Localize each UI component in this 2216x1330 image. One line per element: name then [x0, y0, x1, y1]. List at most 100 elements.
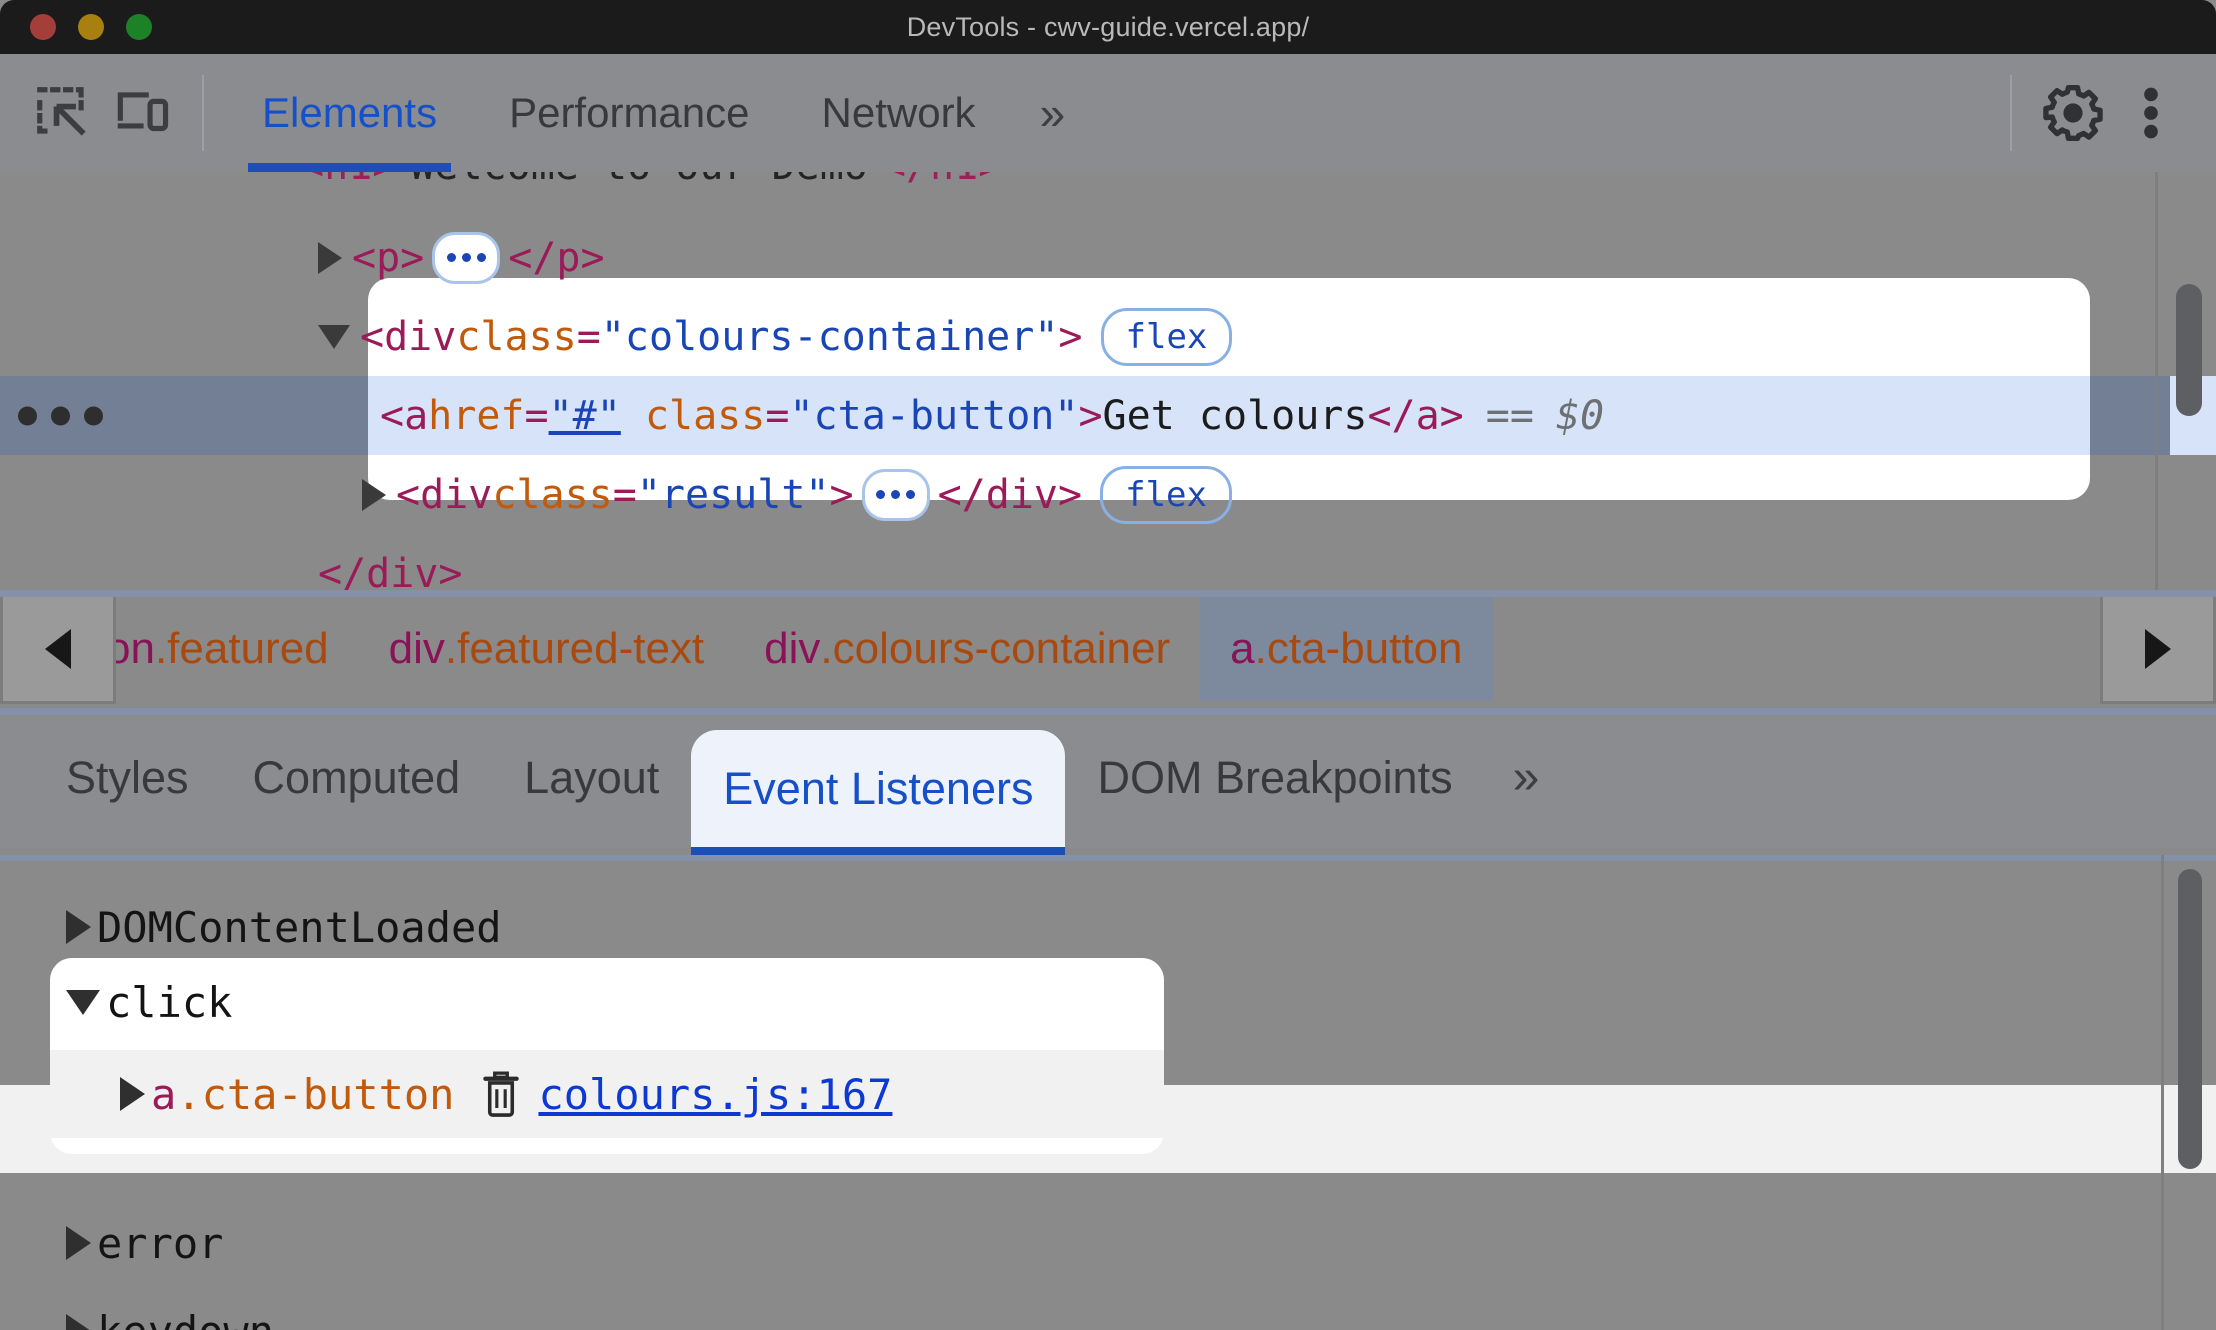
- breadcrumb-tag: div: [388, 624, 445, 673]
- devtools-main-toolbar: Elements Performance Network »: [0, 54, 2216, 172]
- toolbar-divider-right: [2010, 75, 2012, 151]
- tab-event-listeners[interactable]: Event Listeners: [691, 730, 1066, 858]
- breadcrumb-top-divider: [0, 590, 2216, 597]
- h1-close-tag: </h1>: [882, 172, 1002, 189]
- expand-triangle-icon[interactable]: [362, 478, 386, 511]
- expand-triangle-icon[interactable]: [66, 1226, 91, 1260]
- more-sidebar-tabs-icon[interactable]: »: [1485, 708, 1568, 848]
- a-href-name[interactable]: href: [428, 393, 524, 439]
- event-listener-error[interactable]: error: [0, 1199, 2216, 1287]
- dom-row-colours-container[interactable]: <div class = "colours-container" > flex: [0, 297, 2216, 376]
- collapse-triangle-icon[interactable]: [318, 324, 350, 349]
- breadcrumb-class: .colours-container: [820, 624, 1171, 673]
- breadcrumb-class: .cta-button: [1254, 624, 1463, 673]
- dom-scrollbar-thumb[interactable]: [2176, 284, 2202, 416]
- more-tabs-icon[interactable]: »: [1012, 90, 1094, 136]
- breadcrumb-item-featured-text[interactable]: div .featured-text: [359, 597, 735, 701]
- attr-equals: =: [612, 471, 637, 518]
- selected-dollar-zero: $0: [1555, 392, 1605, 439]
- event-name: keydown: [97, 1307, 274, 1330]
- tab-network[interactable]: Network: [786, 54, 1012, 172]
- toolbar-right-group: [1988, 74, 2216, 152]
- flex-badge[interactable]: flex: [1100, 307, 1233, 366]
- breadcrumb-class: .featured-text: [444, 624, 705, 673]
- listener-source-link[interactable]: colours.js:167: [538, 1070, 892, 1119]
- panel-tab-bar: Elements Performance Network »: [226, 54, 1093, 172]
- a-class-name[interactable]: class: [645, 393, 765, 439]
- div-open-tag-start: <div: [360, 313, 457, 360]
- spotlight-event-listener-click-detail[interactable]: a .cta-button colours.js:167: [50, 1050, 1164, 1138]
- breadcrumb-scroll-right-button[interactable]: [2100, 594, 2216, 704]
- inspect-element-icon[interactable]: [24, 74, 102, 152]
- expand-triangle-icon[interactable]: [66, 910, 91, 944]
- tab-performance-label: Performance: [509, 89, 750, 136]
- dom-row-h1-clipped[interactable]: <h1> Welcome to our Demo </h1>: [0, 172, 2216, 205]
- dom-tree-panel[interactable]: <h1> Welcome to our Demo </h1> <p> </p> …: [0, 172, 2216, 590]
- row-overflow-dots-icon[interactable]: [18, 406, 103, 425]
- listener-selector-tag: a: [151, 1069, 177, 1119]
- p-open-tag: <p>: [352, 234, 425, 281]
- attr-equals: =: [524, 392, 549, 439]
- breadcrumb-scroll-left-button[interactable]: [0, 594, 116, 704]
- event-listeners-scrollbar-thumb[interactable]: [2178, 869, 2202, 1169]
- device-toolbar-icon[interactable]: [102, 74, 180, 152]
- div-attr-name[interactable]: class: [456, 314, 576, 360]
- div-open-tag-end: >: [1058, 313, 1083, 360]
- spotlight-event-listener-highlight: click a .cta-button colours.js:167: [50, 958, 1164, 1154]
- div-attr-value[interactable]: "colours-container": [601, 314, 1059, 360]
- h1-open-tag: <h1>: [300, 172, 396, 189]
- tab-layout-label: Layout: [524, 752, 660, 803]
- tab-performance[interactable]: Performance: [473, 54, 785, 172]
- a-href-value[interactable]: "#": [549, 393, 621, 439]
- tab-elements[interactable]: Elements: [226, 54, 473, 172]
- window-title: DevTools - cwv-guide.vercel.app/: [906, 11, 1310, 42]
- attr-equals: =: [576, 313, 601, 360]
- a-class-value[interactable]: "cta-button": [789, 393, 1078, 439]
- collapse-triangle-icon[interactable]: [66, 989, 100, 1015]
- breadcrumb-item-cta-button[interactable]: a .cta-button: [1200, 597, 1493, 701]
- result-attr-name[interactable]: class: [492, 472, 612, 518]
- kebab-menu-icon[interactable]: [2112, 74, 2190, 152]
- expand-triangle-icon[interactable]: [318, 241, 342, 274]
- tab-dom-breakpoints-label: DOM Breakpoints: [1097, 752, 1453, 803]
- result-open-tag-end: >: [829, 471, 854, 518]
- dom-row-result[interactable]: <div class = "result" > </div> flex: [0, 455, 2216, 534]
- tab-network-label: Network: [821, 89, 976, 136]
- expand-triangle-icon[interactable]: [66, 1314, 91, 1330]
- tab-computed-label: Computed: [252, 752, 461, 803]
- breadcrumb-tag: on: [116, 624, 155, 673]
- tab-styles[interactable]: Styles: [34, 708, 221, 848]
- result-attr-value[interactable]: "result": [637, 472, 830, 518]
- sidebar-tab-bar: Styles Computed Layout Event Listeners D…: [0, 708, 2216, 858]
- gear-icon[interactable]: [2034, 74, 2112, 152]
- tab-elements-label: Elements: [262, 89, 438, 136]
- tab-event-listeners-label: Event Listeners: [723, 763, 1034, 814]
- spotlight-event-listener-click[interactable]: click: [50, 958, 1164, 1046]
- dom-row-cta-button-selected[interactable]: <a href = "#" class = "cta-button" > Get…: [0, 376, 2216, 455]
- toolbar-divider: [202, 75, 204, 151]
- a-inner-text[interactable]: Get colours: [1103, 393, 1368, 439]
- expand-ellipsis-button[interactable]: [861, 468, 930, 521]
- breadcrumb-item-featured[interactable]: on .featured: [116, 597, 359, 701]
- breadcrumb-items: on .featured div .featured-text div .colour…: [116, 597, 2100, 701]
- expand-ellipsis-button[interactable]: [432, 231, 501, 284]
- event-name: error: [97, 1218, 224, 1268]
- flex-badge[interactable]: flex: [1100, 465, 1232, 524]
- dom-breadcrumb-bar: on .featured div .featured-text div .colour…: [0, 590, 2216, 708]
- selected-equals: ==: [1485, 392, 1534, 439]
- h1-text: Welcome to our Demo: [410, 172, 868, 189]
- tab-styles-label: Styles: [66, 752, 189, 803]
- dom-scroll-track: [2155, 172, 2158, 590]
- a-open-tag: <a: [380, 392, 429, 439]
- dom-row-p[interactable]: <p> </p>: [0, 218, 2216, 297]
- tab-dom-breakpoints[interactable]: DOM Breakpoints: [1065, 708, 1484, 848]
- dom-row-container-close[interactable]: </div>: [0, 534, 2216, 591]
- expand-triangle-icon[interactable]: [120, 1077, 145, 1111]
- chevron-right-icon: [2145, 629, 2171, 669]
- a-close-tag: </a>: [1367, 392, 1464, 439]
- tab-layout[interactable]: Layout: [492, 708, 691, 848]
- trash-icon[interactable]: [480, 1070, 522, 1118]
- event-listener-keydown[interactable]: keydown: [0, 1287, 2216, 1330]
- tab-computed[interactable]: Computed: [221, 708, 493, 848]
- breadcrumb-item-colours-container[interactable]: div .colours-container: [734, 597, 1200, 701]
